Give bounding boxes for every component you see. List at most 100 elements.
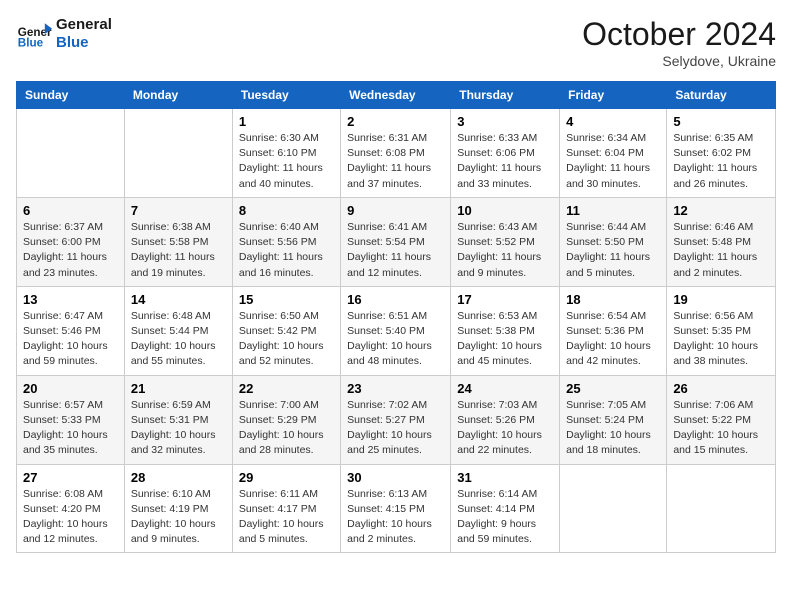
day-info: Sunrise: 6:51 AM Sunset: 5:40 PM Dayligh… (347, 309, 444, 370)
day-number: 1 (239, 114, 334, 129)
day-number: 5 (673, 114, 769, 129)
calendar-cell: 28Sunrise: 6:10 AM Sunset: 4:19 PM Dayli… (124, 464, 232, 553)
weekday-row: SundayMondayTuesdayWednesdayThursdayFrid… (17, 82, 776, 109)
day-number: 11 (566, 203, 660, 218)
calendar-cell: 2 Sunrise: 6:31 AM Sunset: 6:08 PM Daylig… (341, 109, 451, 198)
logo: General Blue General Blue (16, 16, 112, 52)
day-info: Sunrise: 6:30 AM Sunset: 6:10 PM Dayligh… (239, 131, 334, 192)
day-number: 30 (347, 470, 444, 485)
calendar-table: SundayMondayTuesdayWednesdayThursdayFrid… (16, 81, 776, 553)
day-info: Sunrise: 6:41 AM Sunset: 5:54 PM Dayligh… (347, 220, 444, 281)
day-info: Sunrise: 6:31 AM Sunset: 6:08 PM Dayligh… (347, 131, 444, 192)
day-info: Sunrise: 6:47 AM Sunset: 5:46 PM Dayligh… (23, 309, 118, 370)
day-number: 29 (239, 470, 334, 485)
day-number: 27 (23, 470, 118, 485)
day-number: 20 (23, 381, 118, 396)
page-header: General Blue General Blue October 2024 S… (16, 16, 776, 69)
calendar-cell: 10 Sunrise: 6:43 AM Sunset: 5:52 PM Dayli… (451, 197, 560, 286)
calendar-cell (17, 109, 125, 198)
day-info: Sunrise: 6:34 AM Sunset: 6:04 PM Dayligh… (566, 131, 660, 192)
svg-text:Blue: Blue (18, 37, 44, 50)
day-number: 24 (457, 381, 553, 396)
day-info: Sunrise: 7:05 AM Sunset: 5:24 PM Dayligh… (566, 398, 660, 459)
calendar-cell: 15 Sunrise: 6:50 AM Sunset: 5:42 PM Dayli… (232, 286, 340, 375)
day-number: 3 (457, 114, 553, 129)
logo-text-general: General (56, 16, 112, 34)
calendar-cell: 12 Sunrise: 6:46 AM Sunset: 5:48 PM Dayli… (667, 197, 776, 286)
day-number: 21 (131, 381, 226, 396)
calendar-cell: 1 Sunrise: 6:30 AM Sunset: 6:10 PM Daylig… (232, 109, 340, 198)
day-info: Sunrise: 6:54 AM Sunset: 5:36 PM Dayligh… (566, 309, 660, 370)
calendar-cell: 6Sunrise: 6:37 AM Sunset: 6:00 PM Daylig… (17, 197, 125, 286)
day-info: Sunrise: 6:37 AM Sunset: 6:00 PM Dayligh… (23, 220, 118, 281)
calendar-cell: 24Sunrise: 7:03 AM Sunset: 5:26 PM Dayli… (451, 375, 560, 464)
day-number: 12 (673, 203, 769, 218)
weekday-header: Wednesday (341, 82, 451, 109)
weekday-header: Thursday (451, 82, 560, 109)
day-info: Sunrise: 6:14 AM Sunset: 4:14 PM Dayligh… (457, 487, 553, 548)
day-info: Sunrise: 6:48 AM Sunset: 5:44 PM Dayligh… (131, 309, 226, 370)
day-number: 19 (673, 292, 769, 307)
title-block: October 2024 Selydove, Ukraine (582, 16, 776, 69)
calendar-cell: 18 Sunrise: 6:54 AM Sunset: 5:36 PM Dayli… (560, 286, 667, 375)
calendar-cell: 3 Sunrise: 6:33 AM Sunset: 6:06 PM Daylig… (451, 109, 560, 198)
weekday-header: Saturday (667, 82, 776, 109)
day-number: 4 (566, 114, 660, 129)
day-number: 15 (239, 292, 334, 307)
calendar-cell (560, 464, 667, 553)
calendar-header: SundayMondayTuesdayWednesdayThursdayFrid… (17, 82, 776, 109)
day-number: 17 (457, 292, 553, 307)
calendar-cell: 27 Sunrise: 6:08 AM Sunset: 4:20 PM Dayli… (17, 464, 125, 553)
calendar-body: 1 Sunrise: 6:30 AM Sunset: 6:10 PM Daylig… (17, 109, 776, 553)
calendar-cell (124, 109, 232, 198)
day-number: 26 (673, 381, 769, 396)
calendar-cell: 5 Sunrise: 6:35 AM Sunset: 6:02 PM Daylig… (667, 109, 776, 198)
day-info: Sunrise: 6:11 AM Sunset: 4:17 PM Dayligh… (239, 487, 334, 548)
day-info: Sunrise: 6:53 AM Sunset: 5:38 PM Dayligh… (457, 309, 553, 370)
day-info: Sunrise: 7:06 AM Sunset: 5:22 PM Dayligh… (673, 398, 769, 459)
day-number: 14 (131, 292, 226, 307)
day-number: 13 (23, 292, 118, 307)
day-info: Sunrise: 6:33 AM Sunset: 6:06 PM Dayligh… (457, 131, 553, 192)
logo-text-blue: Blue (56, 34, 112, 52)
day-number: 28 (131, 470, 226, 485)
day-info: Sunrise: 6:08 AM Sunset: 4:20 PM Dayligh… (23, 487, 118, 548)
day-info: Sunrise: 7:00 AM Sunset: 5:29 PM Dayligh… (239, 398, 334, 459)
weekday-header: Monday (124, 82, 232, 109)
calendar-cell (667, 464, 776, 553)
calendar-cell: 13 Sunrise: 6:47 AM Sunset: 5:46 PM Dayli… (17, 286, 125, 375)
calendar-cell: 19 Sunrise: 6:56 AM Sunset: 5:35 PM Dayli… (667, 286, 776, 375)
day-number: 31 (457, 470, 553, 485)
day-info: Sunrise: 6:57 AM Sunset: 5:33 PM Dayligh… (23, 398, 118, 459)
day-info: Sunrise: 7:02 AM Sunset: 5:27 PM Dayligh… (347, 398, 444, 459)
day-info: Sunrise: 6:43 AM Sunset: 5:52 PM Dayligh… (457, 220, 553, 281)
day-number: 7 (131, 203, 226, 218)
day-info: Sunrise: 6:56 AM Sunset: 5:35 PM Dayligh… (673, 309, 769, 370)
day-info: Sunrise: 6:35 AM Sunset: 6:02 PM Dayligh… (673, 131, 769, 192)
day-number: 2 (347, 114, 444, 129)
day-info: Sunrise: 6:59 AM Sunset: 5:31 PM Dayligh… (131, 398, 226, 459)
day-number: 23 (347, 381, 444, 396)
location: Selydove, Ukraine (582, 53, 776, 69)
calendar-cell: 29 Sunrise: 6:11 AM Sunset: 4:17 PM Dayli… (232, 464, 340, 553)
calendar-cell: 16Sunrise: 6:51 AM Sunset: 5:40 PM Dayli… (341, 286, 451, 375)
weekday-header: Tuesday (232, 82, 340, 109)
weekday-header: Sunday (17, 82, 125, 109)
calendar-cell: 21 Sunrise: 6:59 AM Sunset: 5:31 PM Dayli… (124, 375, 232, 464)
calendar-cell: 30Sunrise: 6:13 AM Sunset: 4:15 PM Dayli… (341, 464, 451, 553)
day-number: 25 (566, 381, 660, 396)
calendar-week-row: 13 Sunrise: 6:47 AM Sunset: 5:46 PM Dayli… (17, 286, 776, 375)
day-number: 18 (566, 292, 660, 307)
calendar-cell: 11Sunrise: 6:44 AM Sunset: 5:50 PM Dayli… (560, 197, 667, 286)
day-number: 10 (457, 203, 553, 218)
calendar-cell: 9Sunrise: 6:41 AM Sunset: 5:54 PM Daylig… (341, 197, 451, 286)
calendar-cell: 8Sunrise: 6:40 AM Sunset: 5:56 PM Daylig… (232, 197, 340, 286)
calendar-week-row: 6Sunrise: 6:37 AM Sunset: 6:00 PM Daylig… (17, 197, 776, 286)
month-title: October 2024 (582, 16, 776, 53)
day-info: Sunrise: 6:50 AM Sunset: 5:42 PM Dayligh… (239, 309, 334, 370)
calendar-cell: 7 Sunrise: 6:38 AM Sunset: 5:58 PM Daylig… (124, 197, 232, 286)
day-info: Sunrise: 6:38 AM Sunset: 5:58 PM Dayligh… (131, 220, 226, 281)
calendar-week-row: 27 Sunrise: 6:08 AM Sunset: 4:20 PM Dayli… (17, 464, 776, 553)
day-number: 8 (239, 203, 334, 218)
day-info: Sunrise: 6:46 AM Sunset: 5:48 PM Dayligh… (673, 220, 769, 281)
